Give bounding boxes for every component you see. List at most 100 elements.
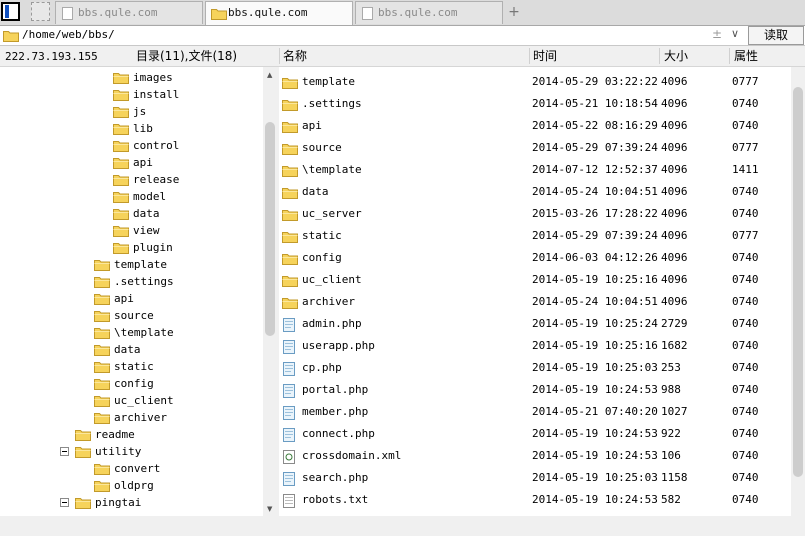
tree-scrollbar-thumb[interactable] xyxy=(265,122,275,336)
column-header-size[interactable]: 大小 xyxy=(664,49,688,63)
file-row[interactable]: source 2014-05-29 07:39:24 4096 0777 xyxy=(279,137,791,159)
column-header-time[interactable]: 时间 xyxy=(533,49,557,63)
path-bar: /home/web/bbs/ ± ∨ 读取 xyxy=(0,26,805,46)
file-row[interactable]: api 2014-05-22 08:16:29 4096 0740 xyxy=(279,115,791,137)
tab-1[interactable]: bbs.qule.com xyxy=(205,1,353,25)
tree-item-label: pingtai xyxy=(95,496,142,509)
file-row[interactable]: uc_server 2015-03-26 17:28:22 4096 0740 xyxy=(279,203,791,225)
file-row[interactable]: portal.php 2014-05-19 10:24:53 988 0740 xyxy=(279,379,791,401)
file-row[interactable]: \template 2014-07-12 12:52:37 4096 1411 xyxy=(279,159,791,181)
tree-item-label: view xyxy=(133,224,160,237)
scroll-down-icon[interactable]: ▼ xyxy=(267,505,272,513)
tree-scrollbar[interactable]: ▲ ▼ xyxy=(263,67,278,516)
file-perm: 0740 xyxy=(732,471,759,484)
file-name: connect.php xyxy=(302,427,375,440)
tree-item-label: template xyxy=(114,258,167,271)
folder-icon xyxy=(282,144,298,155)
folder-icon xyxy=(94,260,110,271)
column-header-perm[interactable]: 属性 xyxy=(734,49,758,63)
tree-item-label: data xyxy=(133,207,160,220)
file-row[interactable]: uc_client 2014-05-19 10:25:16 4096 0740 xyxy=(279,269,791,291)
file-time: 2014-05-19 10:24:53 xyxy=(532,427,658,440)
file-row[interactable]: robots.txt 2014-05-19 10:24:53 582 0740 xyxy=(279,489,791,511)
file-perm: 0740 xyxy=(732,185,759,198)
folder-icon xyxy=(282,254,298,265)
file-time: 2014-05-19 10:25:16 xyxy=(532,273,658,286)
folder-icon xyxy=(113,124,129,135)
add-tab-button[interactable]: + xyxy=(506,2,522,22)
file-row[interactable]: .settings 2014-05-21 10:18:54 4096 0740 xyxy=(279,93,791,115)
file-size: 4096 xyxy=(661,97,688,110)
file-row[interactable]: admin.php 2014-05-19 10:25:24 2729 0740 xyxy=(279,313,791,335)
column-divider xyxy=(659,48,660,64)
tab-0[interactable]: bbs.qule.com xyxy=(55,1,203,24)
tree-item-label: source xyxy=(114,309,154,322)
file-perm: 0740 xyxy=(732,97,759,110)
file-row[interactable]: static 2014-05-29 07:39:24 4096 0777 xyxy=(279,225,791,247)
chevron-down-icon[interactable]: ∨ xyxy=(731,27,739,40)
server-ip: 222.73.193.155 xyxy=(5,50,98,63)
file-size: 1158 xyxy=(661,471,688,484)
file-row[interactable]: config 2014-06-03 04:12:26 4096 0740 xyxy=(279,247,791,269)
file-size: 582 xyxy=(661,493,681,506)
file-row[interactable]: template 2014-05-29 03:22:22 4096 0777 xyxy=(279,71,791,93)
folder-icon xyxy=(94,294,110,305)
folder-icon xyxy=(94,345,110,356)
file-name: api xyxy=(302,119,322,132)
folder-icon xyxy=(75,430,91,441)
list-scrollbar[interactable] xyxy=(791,67,805,516)
tree-item-label: \template xyxy=(114,326,174,339)
file-row[interactable]: crossdomain.xml 2014-05-19 10:24:53 106 074… xyxy=(279,445,791,467)
column-divider xyxy=(729,48,730,64)
tree-item-label: control xyxy=(133,139,180,152)
file-perm: 0777 xyxy=(732,141,759,154)
panel-toggle-icon[interactable] xyxy=(1,2,20,21)
collapse-icon[interactable] xyxy=(60,498,69,507)
file-perm: 0740 xyxy=(732,295,759,308)
folder-icon xyxy=(113,90,129,101)
tab-2[interactable]: bbs.qule.com xyxy=(355,1,503,24)
scroll-up-icon[interactable]: ▲ xyxy=(267,71,272,79)
plus-minus-icon[interactable]: ± xyxy=(712,27,722,41)
tree-item-label: static xyxy=(114,360,154,373)
tree-item-label: api xyxy=(133,156,153,169)
file-size: 253 xyxy=(661,361,681,374)
file-row[interactable]: data 2014-05-24 10:04:51 4096 0740 xyxy=(279,181,791,203)
file-row[interactable]: cp.php 2014-05-19 10:25:03 253 0740 xyxy=(279,357,791,379)
file-name: \template xyxy=(302,163,362,176)
column-header-name[interactable]: 名称 xyxy=(283,49,307,63)
folder-icon xyxy=(113,175,129,186)
folder-icon xyxy=(113,141,129,152)
folder-icon xyxy=(282,122,298,133)
text-file-icon xyxy=(283,494,295,508)
file-perm: 0740 xyxy=(732,493,759,506)
file-perm: 0740 xyxy=(732,251,759,264)
file-size: 4096 xyxy=(661,295,688,308)
file-row[interactable]: userapp.php 2014-05-19 10:25:16 1682 0740 xyxy=(279,335,791,357)
path-input[interactable]: /home/web/bbs/ xyxy=(22,28,115,42)
page-icon xyxy=(362,7,373,20)
folder-icon xyxy=(94,396,110,407)
php-file-icon xyxy=(283,428,295,442)
file-perm: 0740 xyxy=(732,273,759,286)
file-row[interactable]: member.php 2014-05-21 07:40:20 1027 0740 xyxy=(279,401,791,423)
file-size: 988 xyxy=(661,383,681,396)
folder-icon xyxy=(94,277,110,288)
read-button[interactable]: 读取 xyxy=(748,26,804,45)
file-row[interactable]: connect.php 2014-05-19 10:24:53 922 0740 xyxy=(279,423,791,445)
folder-icon xyxy=(94,362,110,373)
select-region-icon[interactable] xyxy=(31,2,50,21)
list-scrollbar-thumb[interactable] xyxy=(793,87,803,477)
file-perm: 0740 xyxy=(732,405,759,418)
collapse-icon[interactable] xyxy=(60,447,69,456)
file-time: 2014-07-12 12:52:37 xyxy=(532,163,658,176)
tree-item-label: api xyxy=(114,292,134,305)
file-time: 2014-05-19 10:24:53 xyxy=(532,493,658,506)
file-size: 1027 xyxy=(661,405,688,418)
file-name: crossdomain.xml xyxy=(302,449,402,462)
file-size: 4096 xyxy=(661,207,688,220)
file-time: 2014-05-29 07:39:24 xyxy=(532,141,658,154)
file-row[interactable]: search.php 2014-05-19 10:25:03 1158 0740 xyxy=(279,467,791,489)
file-size: 4096 xyxy=(661,185,688,198)
file-row[interactable]: archiver 2014-05-24 10:04:51 4096 0740 xyxy=(279,291,791,313)
